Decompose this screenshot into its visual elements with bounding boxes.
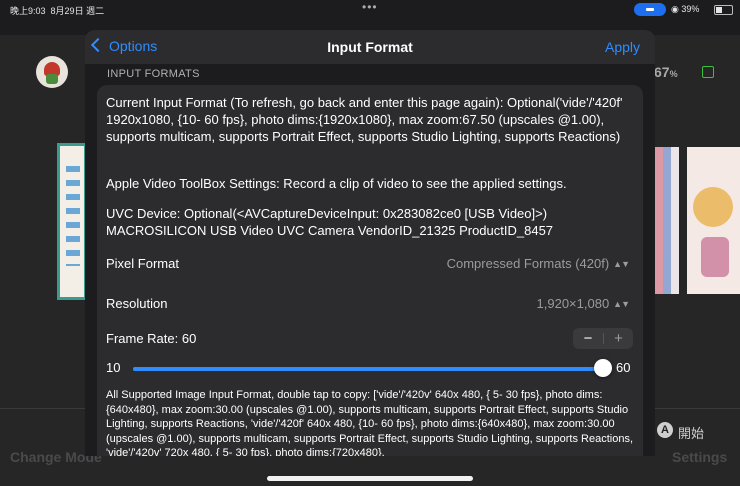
all-supported-formats-text[interactable]: All Supported Image Input Format, double… [106, 388, 636, 456]
uvc-device-text: UVC Device: Optional(<AVCaptureDeviceInp… [106, 206, 554, 238]
frame-rate-slider[interactable] [133, 367, 603, 371]
settings-button[interactable]: Settings [672, 449, 727, 465]
input-format-sheet: Options Input Format Apply INPUT FORMATS… [85, 30, 655, 456]
battery-icon [714, 5, 733, 15]
pixel-format-value[interactable]: Compressed Formats (420f) ▲▼ [447, 256, 630, 271]
open-label[interactable]: 開始 [678, 423, 704, 442]
background-card-right-1[interactable] [655, 147, 679, 294]
toolbox-settings-text: Apple Video ToolBox Settings: Record a c… [106, 176, 567, 191]
background-card-right-2[interactable] [687, 147, 740, 294]
slider-thumb[interactable] [594, 359, 612, 377]
status-battery-percent: ◉ 39% [671, 4, 700, 14]
a-button-icon: A [657, 422, 673, 438]
increment-button[interactable]: + [604, 328, 633, 349]
slider-min-label: 10 [106, 360, 121, 375]
pixel-format-label: Pixel Format [106, 256, 179, 271]
navigation-bar: Options Input Format Apply [85, 30, 655, 64]
page-title: Input Format [327, 39, 413, 55]
apply-button[interactable]: Apply [605, 39, 640, 55]
slider-max-label: 60 [616, 360, 631, 375]
wifi-icon: ◉ [671, 4, 679, 14]
resolution-label: Resolution [106, 296, 168, 311]
slider-fill [133, 367, 603, 371]
chevron-up-down-icon: ▲▼ [613, 299, 630, 309]
screen-recording-pill[interactable] [634, 3, 666, 16]
input-formats-group: Current Input Format (To refresh, go bac… [97, 85, 643, 456]
frame-rate-label: Frame Rate: 60 [106, 331, 197, 346]
resolution-value[interactable]: 1,920×1,080 ▲▼ [537, 296, 630, 311]
section-header: INPUT FORMATS [107, 68, 200, 80]
frame-rate-stepper[interactable]: − + [573, 328, 633, 349]
status-time: 晚上9:03 8月29日 週二 [10, 6, 105, 16]
multitasking-dots[interactable]: ••• [362, 0, 378, 14]
avatar[interactable] [36, 56, 68, 88]
home-indicator[interactable] [267, 476, 473, 481]
current-input-format-text: Current Input Format (To refresh, go bac… [106, 95, 623, 144]
status-bar: 晚上9:03 8月29日 週二 ••• ◉ 39% [0, 0, 740, 20]
background-battery-level: 67% [654, 64, 678, 80]
chevron-up-down-icon: ▲▼ [613, 259, 630, 269]
decrement-button[interactable]: − [573, 328, 603, 349]
background-card-left[interactable] [57, 143, 87, 300]
charging-icon [702, 66, 714, 78]
